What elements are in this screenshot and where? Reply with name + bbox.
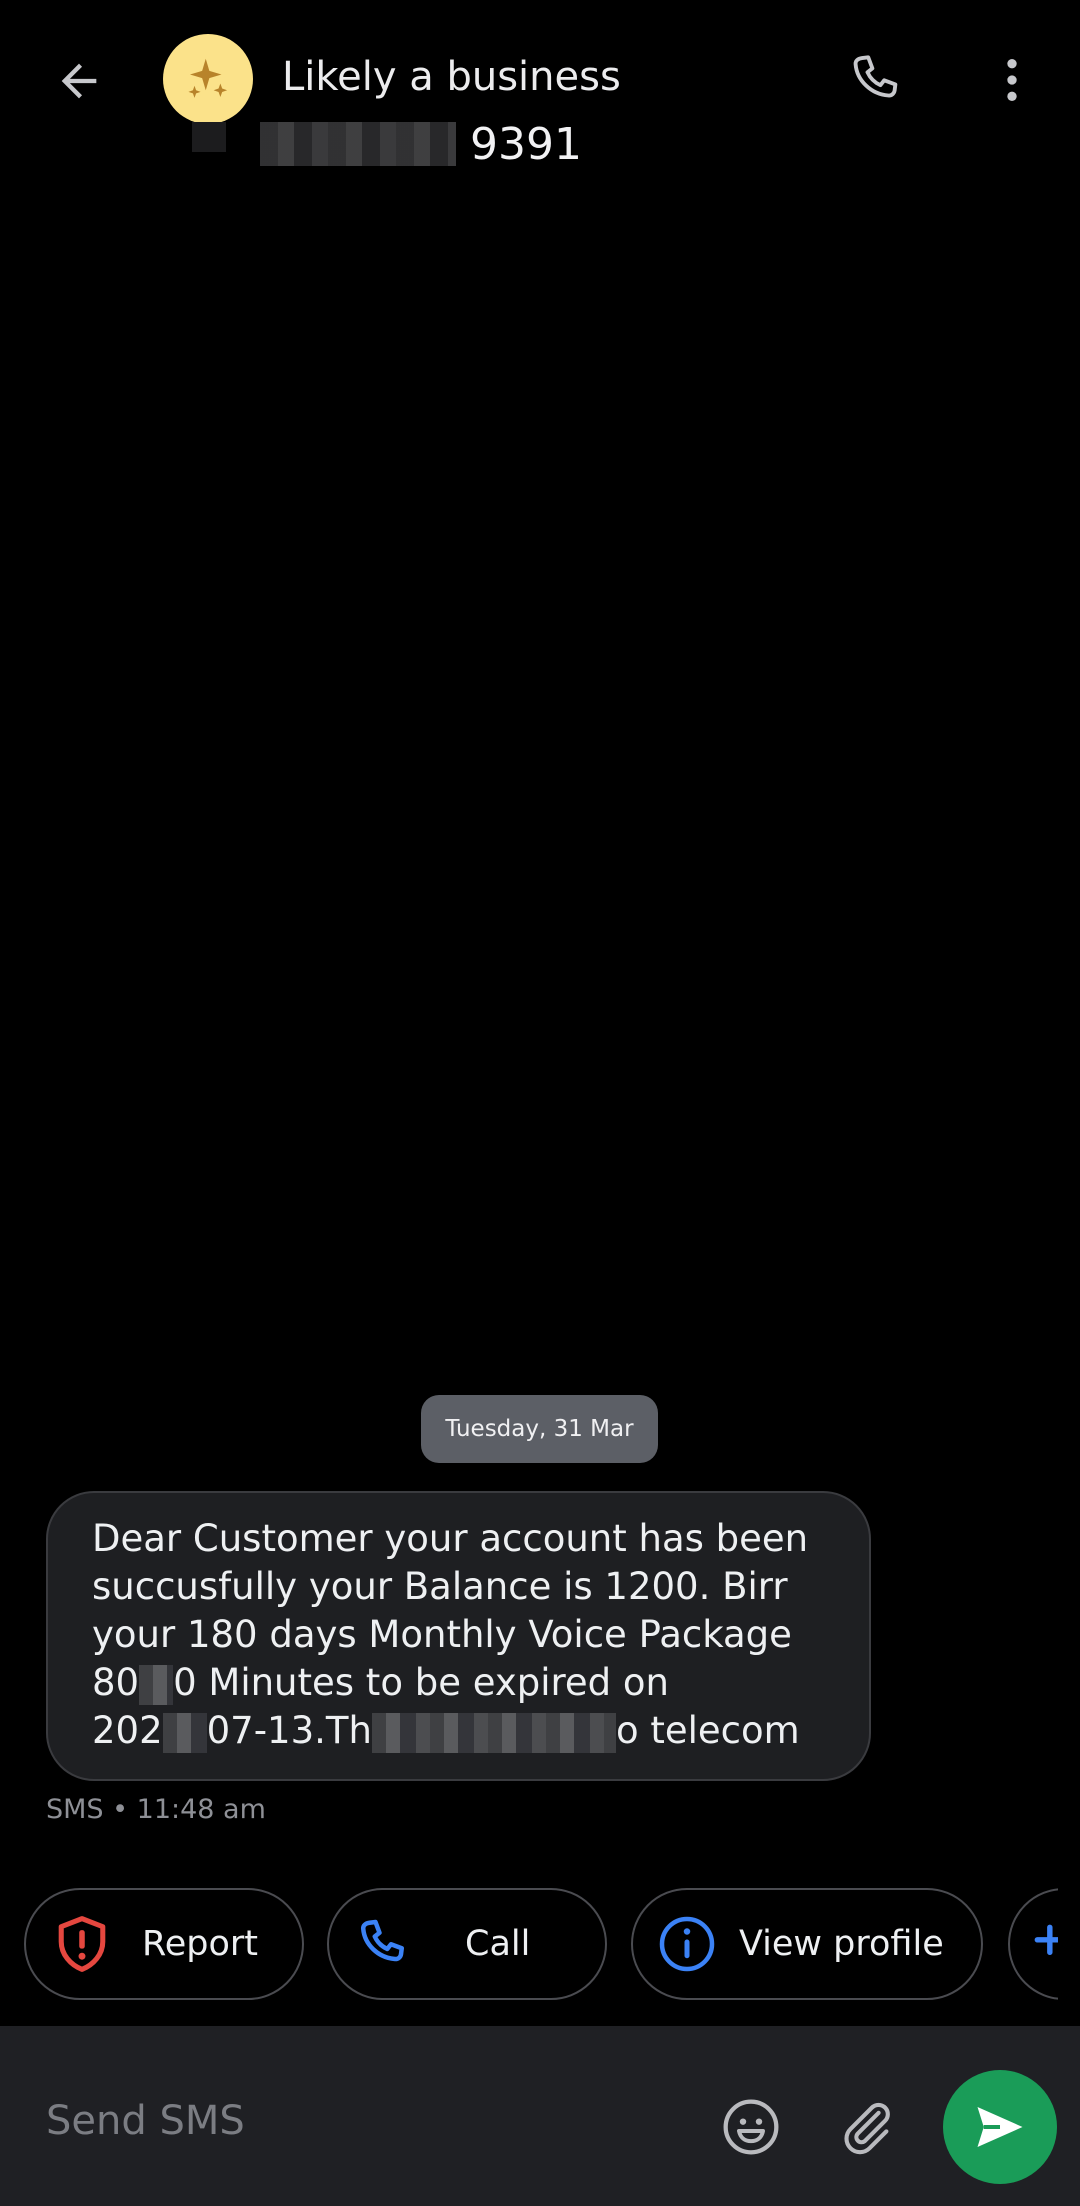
message-line: Dear Customer your account has been <box>92 1517 809 1560</box>
message-line: your 180 days Monthly Voice Package <box>92 1613 792 1656</box>
paperclip-icon <box>844 2102 890 2155</box>
number-suffix: 9391 <box>470 118 582 170</box>
back-button[interactable] <box>44 46 114 116</box>
send-button[interactable] <box>943 2070 1057 2184</box>
compose-bar <box>0 2026 1080 2206</box>
message-bubble[interactable]: Dear Customer your account has been succ… <box>46 1491 871 1781</box>
redacted-number <box>260 122 456 166</box>
redacted-text <box>371 1712 616 1753</box>
chip-label: View profile <box>739 1924 944 1964</box>
call-chip[interactable]: Call <box>327 1888 607 2000</box>
call-button[interactable] <box>840 44 912 116</box>
chip-label: Report <box>142 1924 259 1964</box>
redacted-text <box>162 1712 207 1753</box>
info-icon <box>657 1914 717 1974</box>
message-fragment: 07-13.Th <box>206 1709 372 1752</box>
message-line: 80 0 Minutes to be expired on <box>92 1659 869 1707</box>
phone-icon <box>853 55 898 98</box>
date-separator: Tuesday, 31 Mar <box>421 1395 658 1463</box>
emoji-button[interactable] <box>716 2092 786 2162</box>
avatar[interactable] <box>163 34 253 124</box>
arrow-back-icon <box>61 63 97 99</box>
add-contact-icon <box>1024 1914 1058 1974</box>
message-input[interactable] <box>46 2086 666 2156</box>
sparkle-icon <box>188 58 228 98</box>
view-profile-chip[interactable]: View profile <box>631 1888 983 2000</box>
shield-alert-icon <box>52 1914 112 1974</box>
add-contact-chip[interactable] <box>1008 1888 1058 2000</box>
phone-icon <box>353 1914 413 1974</box>
contact-number: 9391 <box>260 118 582 170</box>
emoji-icon <box>723 2099 779 2155</box>
attach-button[interactable] <box>832 2092 902 2162</box>
chip-label: Call <box>465 1924 531 1964</box>
send-icon <box>977 2107 1023 2147</box>
message-line: succusfully your Balance is 1200. Birr <box>92 1565 788 1608</box>
redacted-region <box>192 122 226 152</box>
more-vert-icon <box>1007 59 1017 101</box>
suggestion-chips: Report Call View profile <box>0 1888 1058 2000</box>
conversation-header: Likely a business 9391 <box>0 0 1080 180</box>
report-chip[interactable]: Report <box>24 1888 304 2000</box>
contact-title[interactable]: Likely a business <box>282 54 621 100</box>
redacted-text <box>139 1664 174 1705</box>
message-line: 202 07-13.Th o telecom <box>92 1707 869 1755</box>
message-fragment: o telecom <box>615 1709 800 1752</box>
message-fragment: 0 Minutes to be expired on <box>173 1661 669 1704</box>
message-timestamp: SMS • 11:48 am <box>46 1794 266 1825</box>
message-fragment: 202 <box>92 1709 163 1752</box>
more-options-button[interactable] <box>984 44 1040 116</box>
message-fragment: 80 <box>92 1661 140 1704</box>
